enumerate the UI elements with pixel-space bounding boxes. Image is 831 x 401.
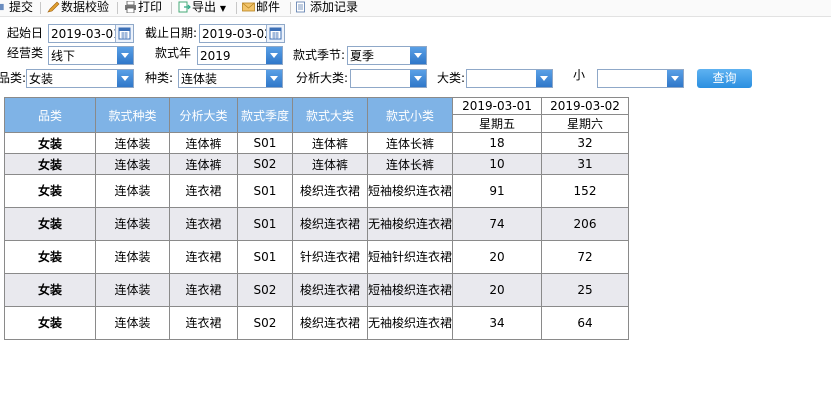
major-category-select[interactable] — [466, 69, 553, 88]
minor-category-select[interactable] — [597, 69, 684, 88]
calendar-icon[interactable] — [115, 25, 133, 42]
query-button[interactable]: 查询 — [697, 69, 752, 88]
chevron-down-icon[interactable] — [667, 70, 683, 87]
chevron-down-icon[interactable] — [410, 47, 426, 64]
year-label: 款式年 — [155, 46, 192, 60]
header-date-2: 2019-03-02 — [541, 97, 629, 115]
validate-button[interactable]: 数据校验 — [47, 0, 109, 16]
year-select[interactable]: 2019 — [197, 46, 283, 65]
header-weekday-2: 星期六 — [541, 114, 629, 133]
toolbar-divider — [117, 2, 118, 14]
season-label: 款式季节: — [293, 48, 346, 62]
calendar-icon[interactable] — [266, 25, 284, 42]
table-row: 女装 连体装 连衣裙 S01 针织连衣裙 短袖针织连衣裙 20 72 — [4, 240, 629, 274]
header-weekday-1: 星期五 — [452, 114, 542, 133]
chevron-down-icon[interactable] — [266, 47, 282, 64]
chevron-down-icon[interactable] — [536, 70, 552, 87]
add-record-icon — [296, 1, 305, 13]
analysis-category-select[interactable] — [350, 69, 427, 88]
table-row: 女装 连体装 连体裤 S02 连体裤 连体长裤 10 31 — [4, 153, 629, 175]
toolbar: 提交 数据校验 打印 导出 ▼ 邮件 添加记录 — [0, 0, 831, 17]
major-category-label: 大类: — [437, 71, 466, 85]
header-date-1: 2019-03-01 — [452, 97, 542, 115]
channel-select[interactable]: 线下 — [48, 46, 134, 65]
analysis-category-label: 分析大类: — [296, 71, 349, 85]
export-button[interactable]: 导出 ▼ — [178, 0, 226, 16]
header-style-major: 款式大类 — [292, 97, 368, 133]
chevron-down-icon[interactable] — [266, 70, 282, 87]
end-date-field[interactable]: 2019-03-02 — [199, 24, 285, 43]
submit-button[interactable]: 提交 — [0, 0, 33, 16]
table-row: 女装 连体装 连衣裙 S02 梭织连衣裙 无袖梭织连衣裙 34 64 — [4, 306, 629, 340]
minor-category-label: 小 — [573, 68, 586, 82]
category-select[interactable]: 女装 — [26, 69, 134, 88]
header-analysis-category: 分析大类 — [169, 97, 238, 133]
chevron-down-icon[interactable] — [410, 70, 426, 87]
kind-select[interactable]: 连体装 — [178, 69, 283, 88]
channel-label: 经营类 — [7, 46, 44, 60]
header-category: 品类 — [4, 97, 96, 133]
start-date-label: 起始日 — [7, 26, 44, 40]
print-button[interactable]: 打印 — [124, 0, 162, 16]
pencil-icon — [47, 1, 60, 13]
table-row: 女装 连体装 连衣裙 S01 梭织连衣裙 短袖梭织连衣裙 91 152 — [4, 174, 629, 208]
submit-icon — [0, 3, 4, 11]
header-style-quarter: 款式季度 — [237, 97, 293, 133]
end-date-label: 截止日期: — [145, 26, 198, 40]
mail-button[interactable]: 邮件 — [242, 0, 280, 16]
toolbar-divider — [171, 2, 172, 14]
chevron-down-icon: ▼ — [219, 4, 226, 13]
add-record-button[interactable]: 添加记录 — [296, 0, 358, 16]
toolbar-divider — [236, 2, 237, 14]
toolbar-divider — [40, 2, 41, 14]
header-style-kind: 款式种类 — [95, 97, 170, 133]
start-date-field[interactable]: 2019-03-01 — [48, 24, 134, 43]
table-row: 女装 连体装 连体裤 S01 连体裤 连体长裤 18 32 — [4, 132, 629, 154]
report-table: 品类 款式种类 分析大类 款式季度 款式大类 款式小类 2019-03-01 2… — [4, 97, 629, 340]
season-select[interactable]: 夏季 — [347, 46, 427, 65]
chevron-down-icon[interactable] — [117, 47, 133, 64]
chevron-down-icon[interactable] — [117, 70, 133, 87]
table-row: 女装 连体装 连衣裙 S02 梭织连衣裙 短袖梭织连衣裙 20 25 — [4, 273, 629, 307]
table-row: 女装 连体装 连衣裙 S01 梭织连衣裙 无袖梭织连衣裙 74 206 — [4, 207, 629, 241]
toolbar-divider — [290, 2, 291, 14]
header-style-minor: 款式小类 — [367, 97, 453, 133]
export-icon — [178, 1, 191, 13]
printer-icon — [125, 1, 136, 13]
mail-icon — [242, 2, 255, 12]
category-label: 品类: — [0, 71, 27, 85]
kind-label: 种类: — [145, 71, 174, 85]
